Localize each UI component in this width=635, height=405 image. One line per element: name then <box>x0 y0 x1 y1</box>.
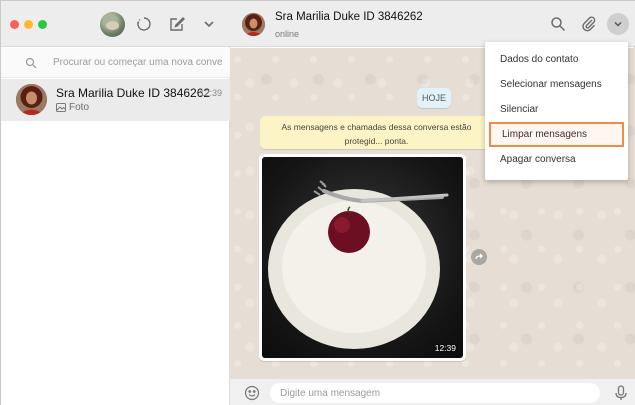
attach-icon[interactable] <box>581 16 597 32</box>
menu-item-clear-messages[interactable]: Limpar mensagens <box>489 122 624 147</box>
search-icon <box>25 56 37 69</box>
chat-list-item[interactable]: Sra Marilia Duke ID 3846262 12:39 Foto <box>1 79 230 121</box>
conversation-avatar[interactable] <box>242 13 265 36</box>
photo-timestamp: 12:39 <box>434 343 456 353</box>
status-icon[interactable] <box>135 15 153 33</box>
photo-icon <box>56 103 66 112</box>
sidebar-header <box>1 1 230 47</box>
menu-item-contact-info[interactable]: Dados do contato <box>485 47 628 72</box>
search-input[interactable] <box>53 52 223 72</box>
chat-list-pane: Sra Marilia Duke ID 3846262 12:39 Foto <box>1 1 230 405</box>
message-composer <box>230 378 635 405</box>
window-minimize-button[interactable] <box>24 20 33 29</box>
contact-avatar <box>16 84 47 115</box>
chat-time: 12:39 <box>199 88 222 98</box>
encryption-notice[interactable]: As mensagens e chamadas dessa conversa e… <box>260 116 493 149</box>
chevron-down-icon[interactable] <box>200 15 218 33</box>
forward-icon[interactable] <box>471 249 487 265</box>
search-bar <box>1 48 230 78</box>
menu-item-delete-chat[interactable]: Apagar conversa <box>485 147 628 172</box>
app-window: Sra Marilia Duke ID 3846262 12:39 Foto <box>0 0 635 405</box>
conversation-header: Sra Marilia Duke ID 3846262 online <box>230 1 635 47</box>
conversation-status: online <box>275 29 300 39</box>
menu-item-select-messages[interactable]: Selecionar mensagens <box>485 72 628 97</box>
window-close-button[interactable] <box>10 20 19 29</box>
menu-item-mute[interactable]: Silenciar <box>485 97 628 122</box>
date-chip: HOJE <box>417 88 451 108</box>
my-profile-avatar[interactable] <box>100 12 125 37</box>
search-messages-icon[interactable] <box>550 16 566 32</box>
conversation-contact-name[interactable]: Sra Marilia Duke ID 3846262 <box>275 11 423 23</box>
photo-image[interactable]: 12:39 <box>262 157 463 358</box>
conversation-menu-button[interactable] <box>607 13 629 35</box>
emoji-icon[interactable] <box>244 385 260 401</box>
microphone-icon[interactable] <box>614 385 628 401</box>
window-zoom-button[interactable] <box>38 20 47 29</box>
last-message-text: Foto <box>69 102 90 113</box>
new-chat-icon[interactable] <box>168 15 186 33</box>
conversation-context-menu: Dados do contato Selecionar mensagens Si… <box>485 42 628 180</box>
message-input[interactable] <box>270 383 600 403</box>
chat-name: Sra Marilia Duke ID 3846262 <box>56 86 211 100</box>
photo-message[interactable]: 12:39 <box>259 154 466 361</box>
chat-last-message: Foto <box>56 102 89 113</box>
